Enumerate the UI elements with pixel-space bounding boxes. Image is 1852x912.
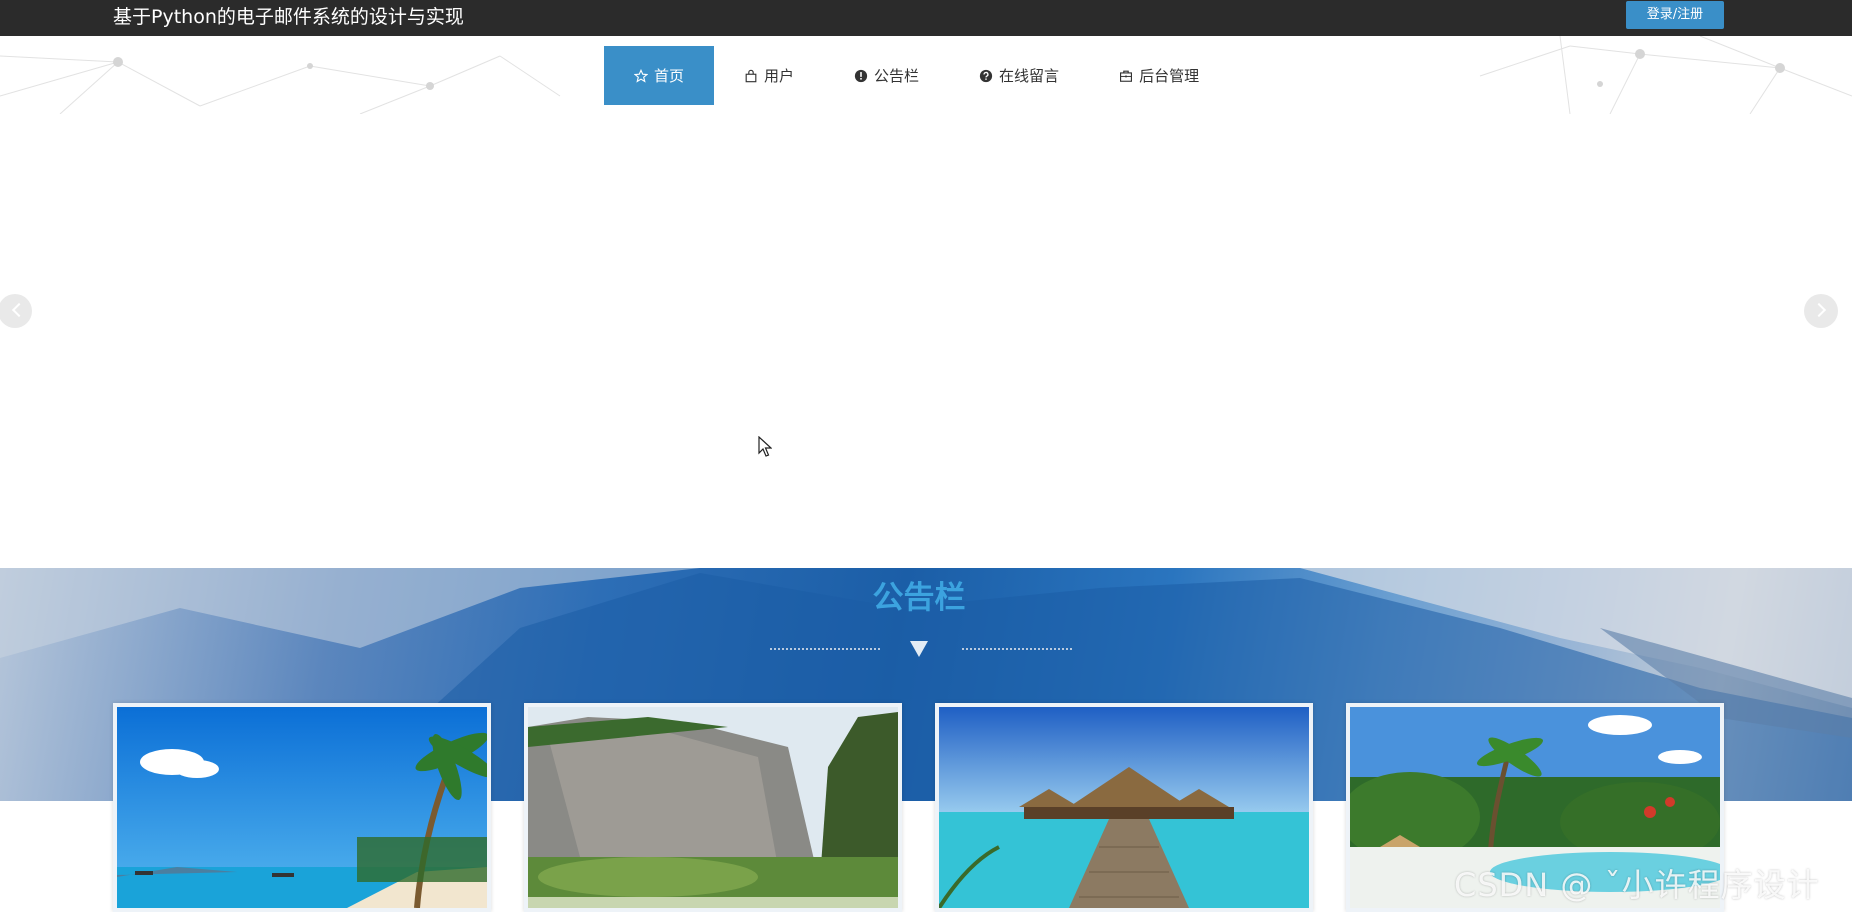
chevron-left-icon xyxy=(11,302,27,318)
main-nav: 首页 用户 公告栏 在线留言 后台管理 xyxy=(604,46,1229,105)
tropical-beach-image xyxy=(117,707,487,908)
nav-item-admin[interactable]: 后台管理 xyxy=(1089,46,1229,105)
nav-label-users: 用户 xyxy=(764,67,795,85)
overwater-bungalow-image xyxy=(939,707,1309,908)
chevron-right-icon xyxy=(1811,302,1827,318)
nav-item-messages[interactable]: 在线留言 xyxy=(949,46,1089,105)
notice-card[interactable] xyxy=(524,703,902,912)
cliff-lake-image xyxy=(528,707,898,908)
nav-item-home[interactable]: 首页 xyxy=(604,46,715,105)
question-circle-icon xyxy=(979,69,993,82)
title-divider xyxy=(764,641,1074,657)
briefcase-icon xyxy=(1120,70,1133,82)
carousel-next-button[interactable] xyxy=(1804,294,1838,328)
watermark-text: CSDN @ ˇ小许程序设计 xyxy=(1454,866,1820,904)
site-title: 基于Python的电子邮件系统的设计与实现 xyxy=(113,6,464,28)
notice-card[interactable] xyxy=(935,703,1313,912)
divider-dots-right xyxy=(962,648,1072,650)
carousel-prev-button[interactable] xyxy=(0,294,32,328)
triangle-down-icon xyxy=(910,641,928,657)
section-title: 公告栏 xyxy=(872,580,966,616)
nav-label-home: 首页 xyxy=(654,67,685,85)
nav-item-users[interactable]: 用户 xyxy=(714,46,824,105)
notice-card[interactable] xyxy=(113,703,491,912)
top-bar: 基于Python的电子邮件系统的设计与实现 登录/注册 xyxy=(0,0,1852,36)
nav-item-notice[interactable]: 公告栏 xyxy=(824,46,949,105)
mouse-cursor-icon xyxy=(758,436,772,457)
divider-dots-left xyxy=(770,648,880,650)
nav-label-admin: 后台管理 xyxy=(1139,67,1200,85)
star-icon xyxy=(634,68,648,83)
banner-carousel xyxy=(0,114,1852,568)
login-register-button[interactable]: 登录/注册 xyxy=(1626,1,1724,29)
bag-icon xyxy=(745,69,757,82)
nav-label-notice: 公告栏 xyxy=(874,67,920,85)
nav-band: 首页 用户 公告栏 在线留言 后台管理 xyxy=(0,36,1852,114)
nav-label-messages: 在线留言 xyxy=(999,67,1060,85)
exclamation-circle-icon xyxy=(854,69,868,82)
